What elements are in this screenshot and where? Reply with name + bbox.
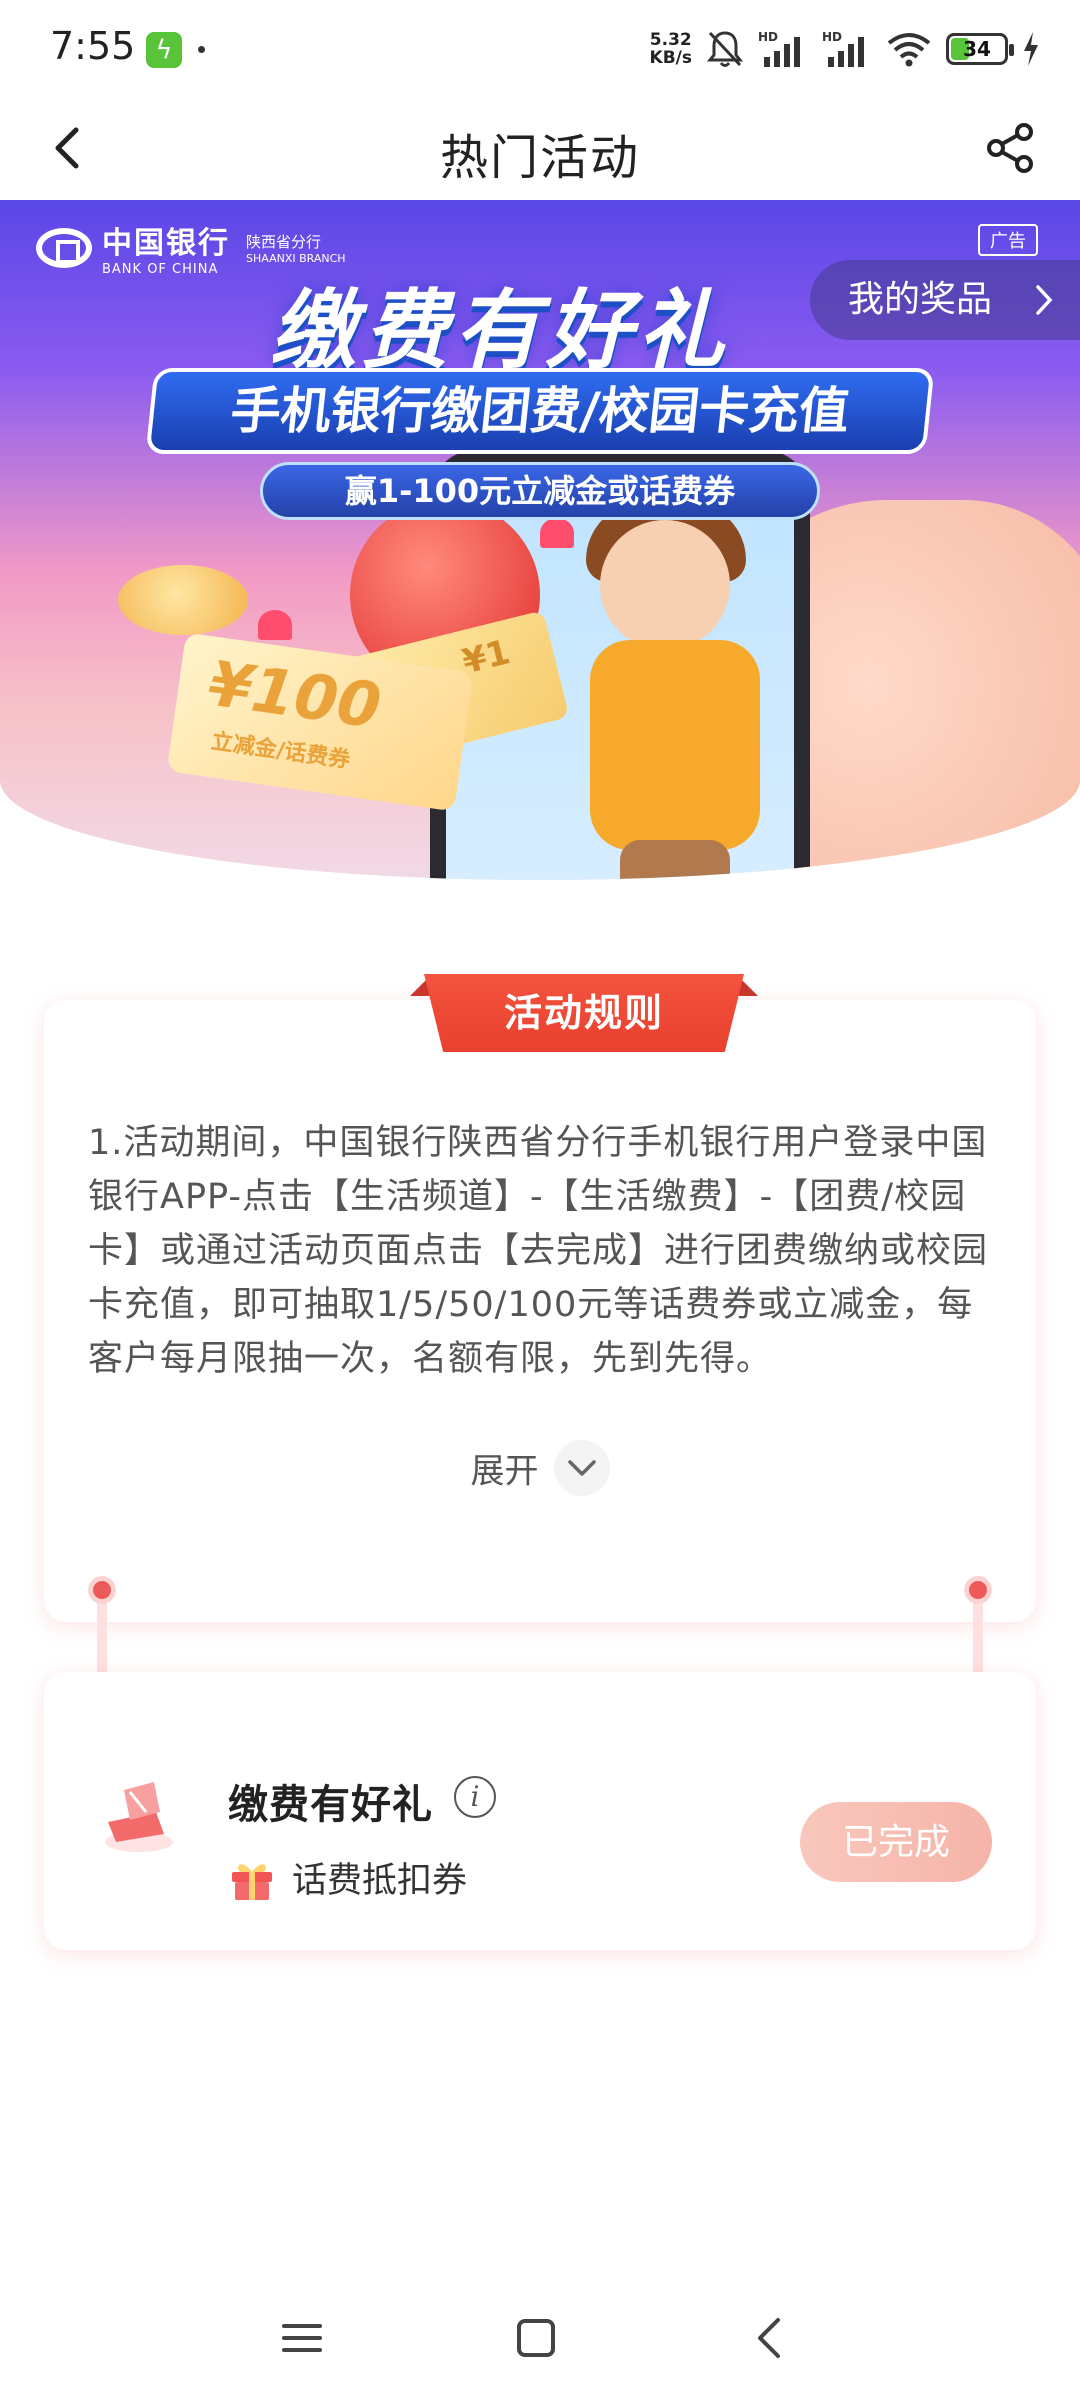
system-nav-bar — [0, 2280, 1080, 2400]
expand-toggle[interactable]: 展开 — [44, 1440, 1036, 1496]
my-prizes-label: 我的奖品 — [848, 279, 993, 320]
status-icons: 5.32 KB/s HD HD 34 — [650, 26, 1040, 72]
info-icon[interactable]: i — [454, 1776, 496, 1818]
chevron-down-icon — [553, 1440, 610, 1496]
my-prizes-button[interactable]: 我的奖品 — [810, 260, 1080, 340]
rules-tab: 活动规则 — [410, 974, 758, 1052]
signal-hd-icon: HD — [758, 30, 800, 67]
banner-subheadline: 手机银行缴团费/校园卡充值 — [145, 368, 935, 454]
battery-icon: 34 — [946, 33, 1014, 65]
coin-illustration — [118, 565, 248, 635]
banner-pill: 赢1-100元立减金或话费券 — [260, 462, 820, 520]
net-speed-value: 5.32 — [649, 30, 692, 50]
ad-tag: 广告 — [978, 224, 1038, 256]
rules-text: 1.活动期间，中国银行陕西省分行手机银行用户登录中国银行APP-点击【生活频道】… — [88, 1123, 989, 1379]
task-icon — [105, 1782, 173, 1852]
bank-name-cn: 中国银行 — [102, 226, 230, 261]
chevron-right-icon — [1036, 285, 1053, 315]
svg-text:HD: HD — [822, 30, 842, 44]
task-title: 缴费有好礼 — [228, 1782, 433, 1828]
task-reward: 话费抵扣券 — [292, 1861, 468, 1901]
page-title: 热门活动 — [439, 130, 640, 186]
nav-bar: 热门活动 — [0, 96, 1080, 200]
back-icon[interactable] — [740, 2308, 800, 2368]
mute-bell-icon — [706, 31, 744, 67]
promo-banner[interactable]: 中国银行 BANK OF CHINA 陕西省分行 SHAANXI BRANCH … — [0, 200, 1080, 880]
completed-button[interactable]: 已完成 — [800, 1802, 992, 1882]
task-card: 缴费有好礼 i 话费抵扣券 已完成 — [44, 1672, 1036, 1950]
gift-icon — [232, 1864, 272, 1900]
menu-icon[interactable] — [272, 2308, 332, 2368]
status-time: 7:55 — [50, 24, 136, 68]
heart-icon — [258, 610, 292, 640]
charging-bolt-icon — [1024, 32, 1038, 66]
connector-dot — [88, 1576, 116, 1604]
kid-legs-illustration — [620, 840, 730, 880]
svg-text:HD: HD — [758, 30, 778, 44]
rules-tab-label: 活动规则 — [424, 974, 744, 1052]
charging-app-icon: ϟ — [146, 32, 182, 68]
kid-head-illustration — [600, 520, 730, 650]
branch-cn: 陕西省分行 — [246, 232, 322, 251]
connector-dot — [964, 1576, 992, 1604]
battery-cap — [1009, 44, 1014, 56]
rules-card: 活动规则 1.活动期间，中国银行陕西省分行手机银行用户登录中国银行APP-点击【… — [44, 974, 1036, 1622]
status-bar: 7:55 ϟ 5.32 KB/s HD HD 34 — [0, 0, 1080, 96]
kid-body-illustration — [590, 640, 760, 850]
signal-hd-icon: HD — [822, 30, 864, 67]
heart-icon — [540, 518, 574, 548]
wifi-icon — [887, 33, 931, 67]
battery-level: 34 — [963, 37, 991, 61]
expand-label: 展开 — [470, 1451, 539, 1492]
share-icon[interactable] — [980, 118, 1040, 178]
net-speed-unit: KB/s — [649, 48, 692, 68]
net-speed: 5.32 KB/s — [650, 31, 692, 67]
notification-dot — [198, 46, 205, 53]
home-icon[interactable] — [506, 2308, 566, 2368]
